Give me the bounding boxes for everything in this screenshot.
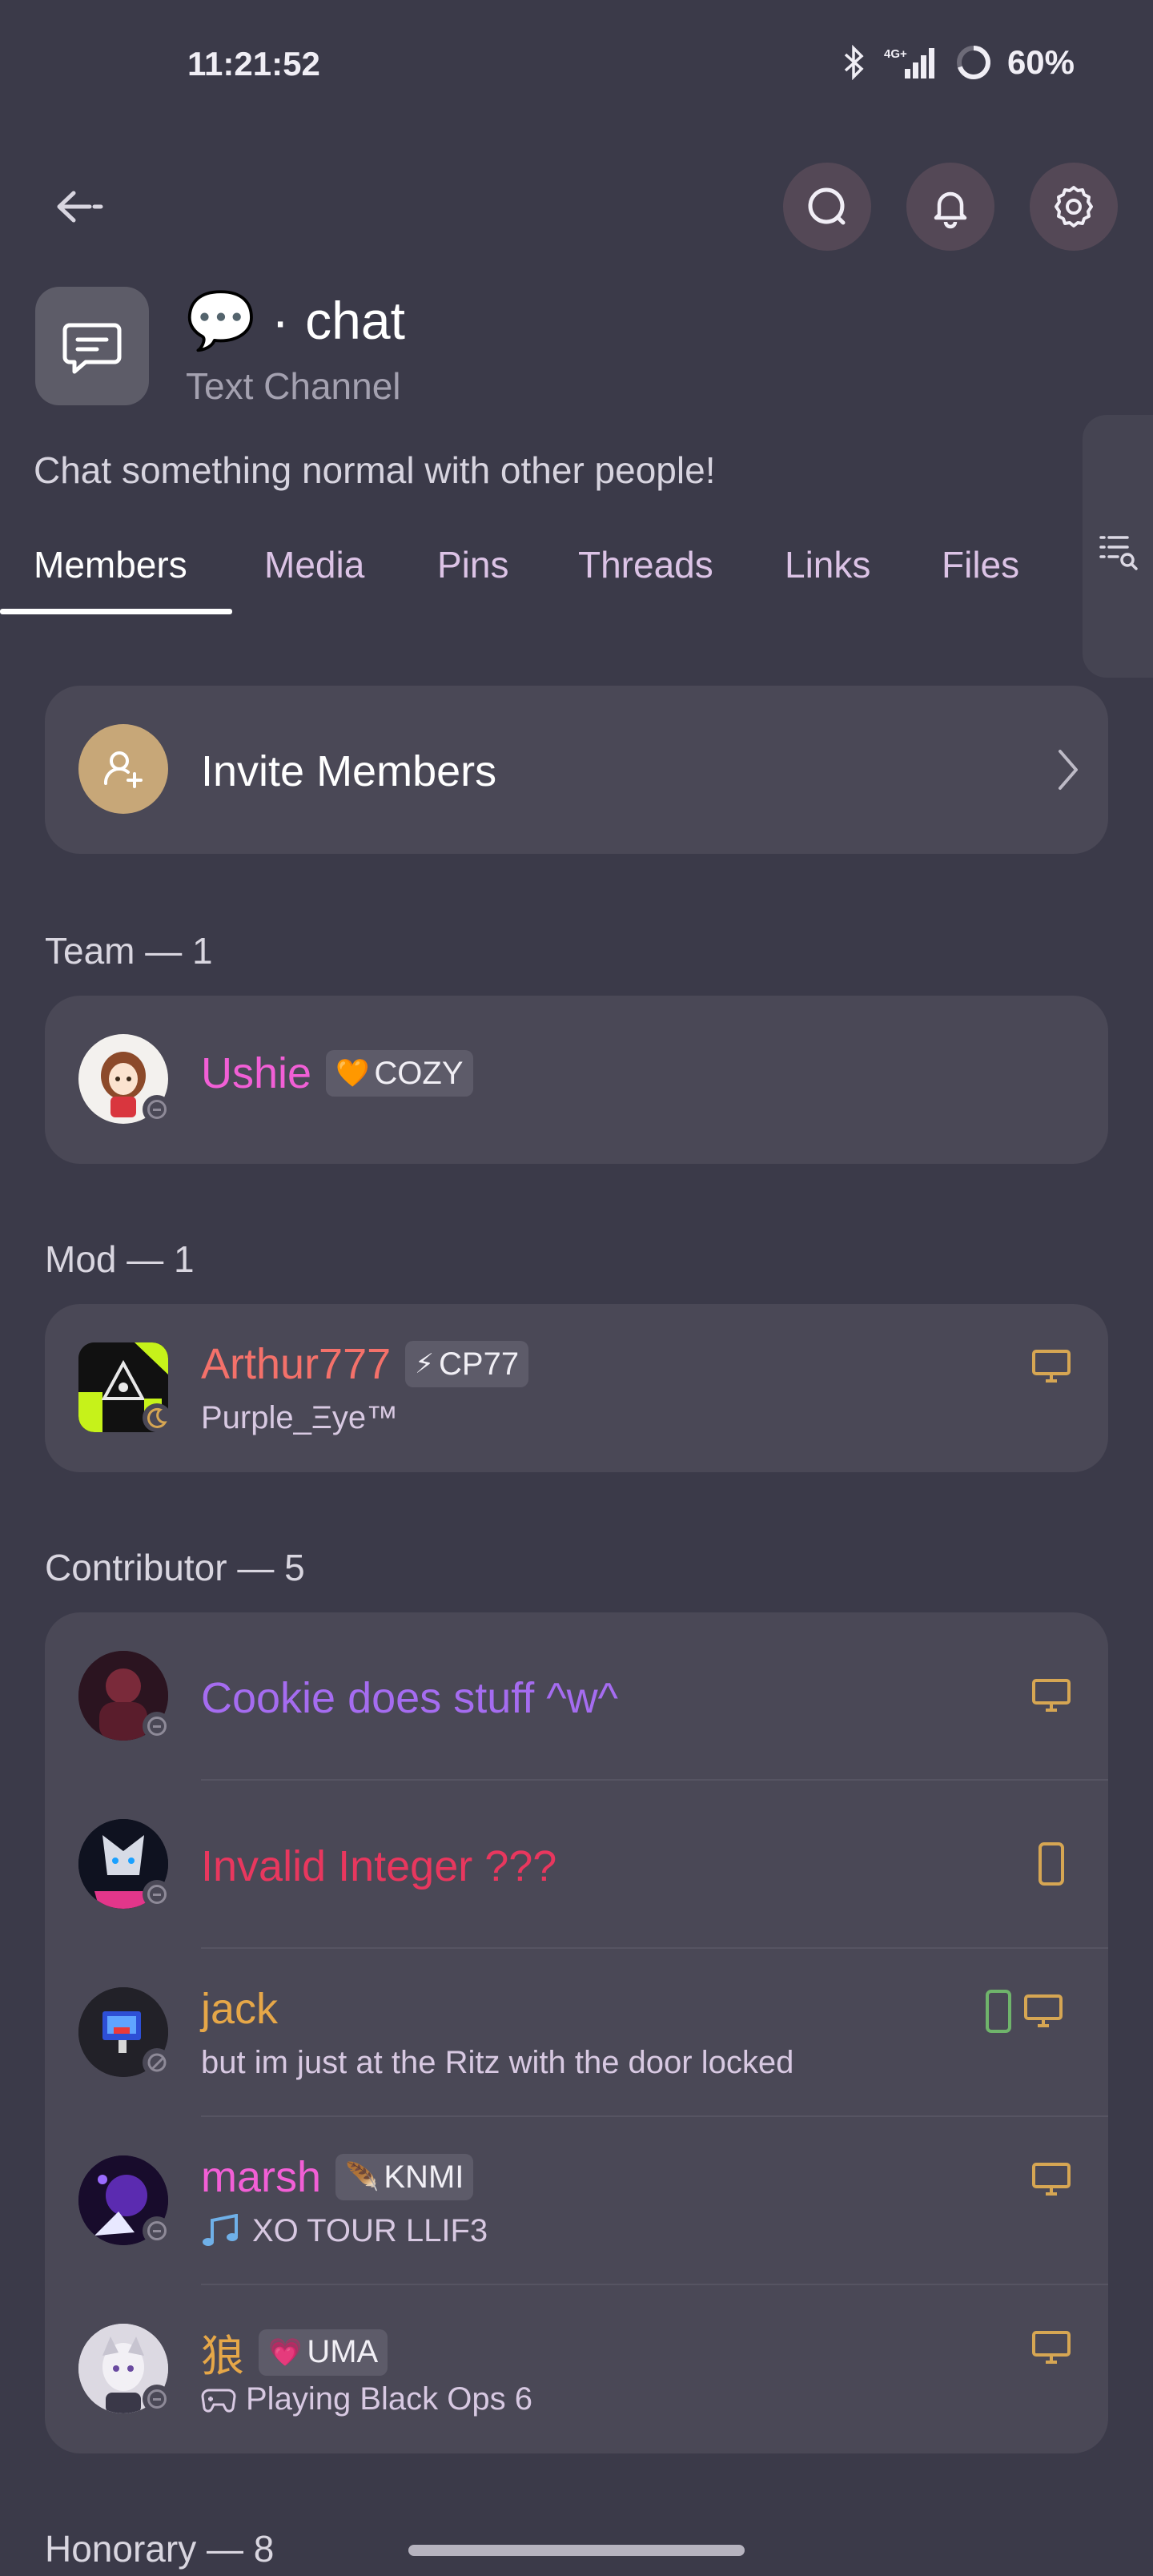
member-tag: 💗 UMA: [259, 2328, 388, 2376]
invite-members-label: Invite Members: [201, 747, 497, 795]
member-name: Cookie does stuff ^w^: [201, 1674, 618, 1722]
tag-label: CP77: [439, 1346, 520, 1382]
channel-icon: [35, 287, 149, 405]
member-name: 狼: [201, 2332, 244, 2381]
device-indicator: [1038, 1841, 1065, 1886]
member-row-jack[interactable]: jack but im just at the Ritz with the do…: [45, 1949, 1108, 2117]
chevron-right-icon: [1055, 748, 1079, 795]
idle-status-icon: [143, 2385, 171, 2413]
music-notes-icon: [203, 2213, 238, 2246]
title-separator: ·: [271, 291, 290, 350]
desktop-icon: [1024, 1994, 1063, 2027]
pink-heart-icon: 💗: [268, 2337, 303, 2368]
network-type: 4G+: [884, 47, 907, 61]
member-name: Arthur777: [201, 1340, 392, 1388]
device-indicator: [985, 1989, 1063, 2034]
device-indicator: [1031, 2162, 1071, 2197]
idle-status-icon: [143, 1712, 171, 1741]
member-row-marsh[interactable]: marsh 🪶 KNMI XO TOUR LLIF3: [45, 2117, 1108, 2285]
tag-label: UMA: [307, 2334, 379, 2369]
mobile-icon: [1039, 1842, 1064, 1886]
chat-bubble-icon: [62, 323, 122, 374]
tab-files[interactable]: Files: [942, 529, 1019, 601]
offline-status-icon: [143, 2048, 171, 2077]
notifications-button[interactable]: [906, 163, 994, 251]
settings-button[interactable]: [1030, 163, 1118, 251]
idle-status-icon: [143, 1095, 171, 1124]
lightning-icon: ⚡: [415, 1349, 435, 1379]
status-time: 11:21:52: [187, 45, 320, 83]
list-search-icon: [1099, 536, 1138, 570]
channel-emoji: 💬: [186, 289, 256, 352]
invite-members-card[interactable]: Invite Members: [45, 686, 1108, 854]
tab-pins[interactable]: Pins: [437, 529, 508, 601]
mobile-icon: [986, 1990, 1011, 2033]
moon-status-icon: [143, 1403, 171, 1432]
member-tag: ⚡ CP77: [405, 1341, 529, 1387]
channel-description: Chat something normal with other people!: [34, 449, 716, 491]
desktop-icon: [1032, 2163, 1071, 2196]
search-icon: [808, 187, 846, 225]
mod-card: Arthur777 ⚡ CP77 Purple_Ξye™: [45, 1304, 1108, 1472]
back-button[interactable]: [45, 175, 114, 239]
member-name: Ushie: [201, 1049, 312, 1097]
member-tag: 🪶 KNMI: [335, 2154, 474, 2200]
member-activity: Purple_Ξye™: [201, 1400, 399, 1435]
member-activity: Playing Black Ops 6: [246, 2381, 532, 2417]
channel-name: chat: [305, 291, 405, 350]
member-activity: XO TOUR LLIF3: [252, 2213, 488, 2248]
idle-status-icon: [143, 2216, 171, 2245]
member-row-invalid-integer[interactable]: Invalid Integer ???: [45, 1781, 1108, 1949]
section-honorary-label: Honorary — 8: [45, 2528, 275, 2570]
member-name: jack: [201, 1985, 279, 2033]
tag-label: COZY: [374, 1055, 464, 1091]
desktop-icon: [1032, 2331, 1071, 2364]
member-row-wolf[interactable]: 狼 💗 UMA Playing Black Ops 6: [45, 2285, 1108, 2453]
signal-icon: 4G+: [881, 45, 940, 80]
status-indicators: 4G+ 60%: [842, 43, 1075, 82]
desktop-icon: [1032, 1679, 1071, 1712]
tab-threads[interactable]: Threads: [578, 529, 713, 601]
device-indicator: [1031, 2330, 1071, 2365]
bluetooth-icon: [842, 45, 866, 80]
team-card: Ushie 🧡 COZY: [45, 996, 1108, 1164]
contributor-card: Cookie does stuff ^w^ Invalid Integer ??…: [45, 1612, 1108, 2453]
battery-icon: [954, 43, 993, 82]
idle-status-icon: [143, 1880, 171, 1909]
desktop-icon: [1032, 1350, 1071, 1383]
device-indicator: [1031, 1678, 1071, 1713]
search-button[interactable]: [783, 163, 871, 251]
member-row-cookie[interactable]: Cookie does stuff ^w^: [45, 1612, 1108, 1781]
channel-tabs: Members Media Pins Threads Links Files: [0, 529, 1073, 617]
add-user-icon: [103, 751, 143, 788]
device-indicator: [1031, 1349, 1071, 1384]
orange-heart-icon: 🧡: [335, 1058, 370, 1089]
gear-icon: [1055, 186, 1093, 227]
tab-media[interactable]: Media: [264, 529, 364, 601]
bell-icon: [934, 191, 967, 229]
leaf-icon: 🪶: [345, 2162, 380, 2192]
member-row-ushie[interactable]: Ushie 🧡 COZY: [45, 996, 1108, 1164]
member-tag: 🧡 COZY: [326, 1050, 473, 1097]
section-mod-label: Mod — 1: [45, 1238, 195, 1280]
back-arrow-icon: [57, 191, 103, 223]
member-list-toggle[interactable]: [1097, 530, 1142, 575]
section-team-label: Team — 1: [45, 930, 213, 972]
member-activity: but im just at the Ritz with the door lo…: [201, 2045, 794, 2080]
member-row-arthur[interactable]: Arthur777 ⚡ CP77 Purple_Ξye™: [45, 1304, 1108, 1472]
member-name: Invalid Integer ???: [201, 1842, 557, 1890]
tab-members[interactable]: Members: [34, 529, 187, 601]
gamepad-icon: [201, 2389, 236, 2413]
invite-avatar: [78, 724, 168, 814]
member-name: marsh: [201, 2153, 322, 2201]
channel-title: 💬 · chat: [186, 290, 405, 351]
active-tab-indicator: [0, 609, 232, 614]
home-indicator[interactable]: [408, 2545, 745, 2556]
tag-label: KNMI: [384, 2159, 464, 2195]
section-contributor-label: Contributor — 5: [45, 1547, 305, 1588]
battery-level: 60%: [1006, 43, 1075, 81]
channel-type: Text Channel: [186, 365, 401, 407]
tab-links[interactable]: Links: [785, 529, 870, 601]
